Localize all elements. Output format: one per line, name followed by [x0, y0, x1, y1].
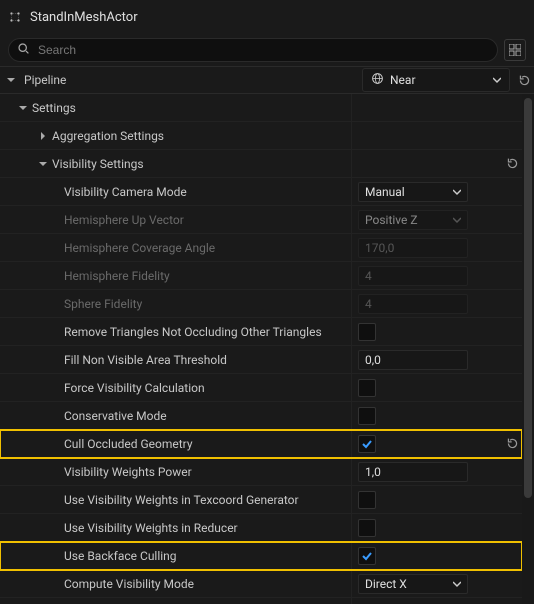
chevron-down-icon — [493, 73, 501, 87]
prop-hemisphere-fidelity: Hemisphere Fidelity 4 — [0, 262, 522, 290]
prop-label: Hemisphere Up Vector — [64, 213, 184, 227]
field-visibility-weights-power[interactable]: 1,0 — [358, 462, 468, 482]
expand-arrow-icon[interactable] — [38, 159, 48, 169]
prop-use-backface-culling: Use Backface Culling — [0, 542, 522, 570]
reset-cull-occluded-button[interactable] — [502, 434, 522, 454]
collapse-arrow-icon[interactable] — [38, 131, 48, 141]
field-hemisphere-coverage-angle: 170,0 — [358, 238, 468, 258]
checkbox-force-visibility-calc[interactable] — [358, 379, 376, 397]
prop-label: Compute Visibility Mode — [64, 577, 194, 591]
prop-fill-non-visible: Fill Non Visible Area Threshold 0,0 — [0, 346, 522, 374]
pipeline-label: Pipeline — [24, 73, 66, 87]
search-input[interactable] — [36, 42, 489, 58]
section-visibility[interactable]: Visibility Settings — [0, 150, 522, 178]
prop-label: Fill Non Visible Area Threshold — [64, 353, 227, 367]
section-label: Settings — [32, 101, 76, 115]
prop-use-weights-texcoord: Use Visibility Weights in Texcoord Gener… — [0, 486, 522, 514]
scrollbar-thumb[interactable] — [524, 98, 532, 498]
prop-conservative-mode: Conservative Mode — [0, 402, 522, 430]
checkbox-use-backface-culling[interactable] — [358, 547, 376, 565]
prop-hemisphere-coverage-angle: Hemisphere Coverage Angle 170,0 — [0, 234, 522, 262]
section-geometry-culling[interactable]: Geometry Culling Settings — [0, 598, 522, 604]
view-options-button[interactable] — [504, 39, 526, 61]
checkbox-remove-triangles[interactable] — [358, 323, 376, 341]
section-aggregation[interactable]: Aggregation Settings — [0, 122, 522, 150]
section-label: Aggregation Settings — [52, 129, 164, 143]
search-row — [0, 34, 534, 66]
prop-sphere-fidelity: Sphere Fidelity 4 — [0, 290, 522, 318]
prop-label: Sphere Fidelity — [64, 297, 142, 311]
section-label: Visibility Settings — [52, 157, 144, 171]
prop-label: Hemisphere Fidelity — [64, 269, 170, 283]
actor-title: StandInMeshActor — [30, 10, 138, 25]
prop-label: Visibility Camera Mode — [64, 185, 187, 199]
chevron-down-icon — [453, 577, 461, 591]
field-sphere-fidelity: 4 — [358, 294, 468, 314]
field-hemisphere-fidelity: 4 — [358, 266, 468, 286]
prop-label: Visibility Weights Power — [64, 465, 192, 479]
chevron-down-icon — [453, 185, 461, 199]
pipeline-row: Pipeline Near — [0, 66, 534, 94]
prop-use-weights-reducer: Use Visibility Weights in Reducer — [0, 514, 522, 542]
prop-label: Use Backface Culling — [64, 549, 177, 563]
prop-label: Conservative Mode — [64, 409, 167, 423]
prop-force-visibility-calc: Force Visibility Calculation — [0, 374, 522, 402]
actor-icon — [8, 10, 22, 24]
dropdown-compute-visibility-mode[interactable]: Direct X — [358, 574, 468, 594]
dropdown-visibility-camera-mode[interactable]: Manual — [358, 182, 468, 202]
prop-label: Use Visibility Weights in Texcoord Gener… — [64, 493, 299, 507]
vertical-scrollbar[interactable] — [522, 94, 534, 604]
globe-icon — [371, 72, 384, 88]
prop-label: Cull Occluded Geometry — [64, 437, 193, 451]
prop-cull-occluded-geometry: Cull Occluded Geometry — [0, 430, 522, 458]
prop-remove-triangles: Remove Triangles Not Occluding Other Tri… — [0, 318, 522, 346]
reset-visibility-button[interactable] — [502, 154, 522, 174]
expand-arrow-icon[interactable] — [18, 103, 28, 113]
prop-hemisphere-up-vector: Hemisphere Up Vector Positive Z — [0, 206, 522, 234]
search-icon — [17, 42, 30, 58]
pipeline-value: Near — [390, 73, 487, 87]
section-settings[interactable]: Settings — [0, 94, 522, 122]
checkbox-use-weights-reducer[interactable] — [358, 519, 376, 537]
prop-label: Force Visibility Calculation — [64, 381, 205, 395]
details-panel: StandInMeshActor Pipeline Near — [0, 0, 534, 604]
pipeline-dropdown[interactable]: Near — [362, 68, 510, 92]
checkbox-conservative-mode[interactable] — [358, 407, 376, 425]
reset-pipeline-button[interactable] — [514, 70, 534, 90]
prop-visibility-weights-power: Visibility Weights Power 1,0 — [0, 458, 522, 486]
property-rows: Settings Aggregation Settings Visibility… — [0, 94, 522, 604]
checkbox-use-weights-texcoord[interactable] — [358, 491, 376, 509]
prop-label: Hemisphere Coverage Angle — [64, 241, 215, 255]
dropdown-hemisphere-up-vector: Positive Z — [358, 210, 468, 230]
prop-compute-visibility-mode: Compute Visibility Mode Direct X — [0, 570, 522, 598]
search-box[interactable] — [8, 38, 498, 62]
panel-header: StandInMeshActor — [0, 0, 534, 34]
field-fill-non-visible[interactable]: 0,0 — [358, 350, 468, 370]
chevron-down-icon — [453, 213, 461, 227]
expand-arrow-icon[interactable] — [6, 75, 16, 85]
prop-label: Remove Triangles Not Occluding Other Tri… — [64, 325, 322, 339]
prop-label: Use Visibility Weights in Reducer — [64, 521, 238, 535]
prop-visibility-camera-mode: Visibility Camera Mode Manual — [0, 178, 522, 206]
checkbox-cull-occluded-geometry[interactable] — [358, 435, 376, 453]
